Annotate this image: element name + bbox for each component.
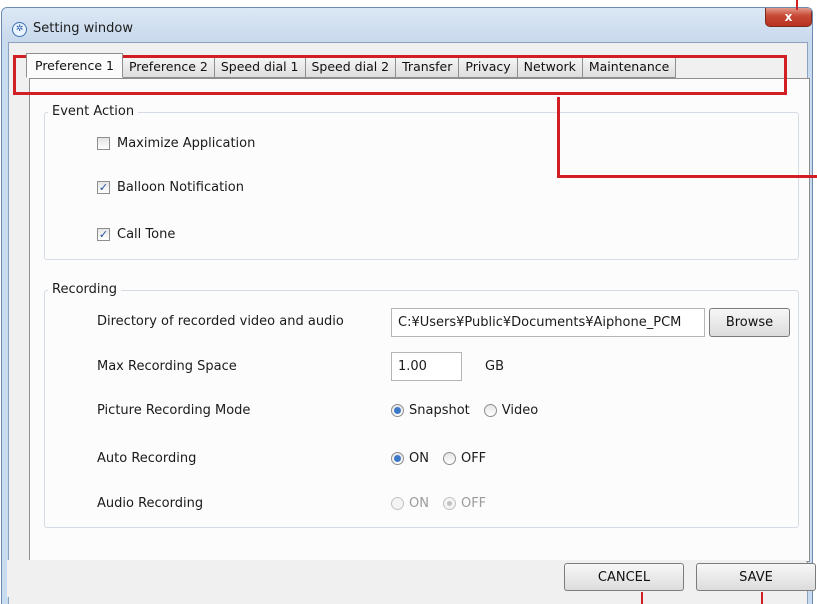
tab-preference-2[interactable]: Preference 2 (122, 56, 215, 78)
auto-recording-label: Auto Recording (97, 451, 197, 466)
recording-legend: Recording (48, 282, 122, 298)
max-recording-space-unit: GB (485, 359, 504, 374)
call-tone-label: Call Tone (117, 227, 176, 242)
dialog-footer (7, 560, 806, 597)
audio-off-radio (442, 497, 456, 510)
snapshot-radio[interactable] (391, 404, 404, 417)
balloon-notification-label: Balloon Notification (117, 180, 244, 195)
tab-network[interactable]: Network (517, 56, 583, 78)
audio-recording-group: ON OFF (391, 496, 500, 511)
auto-on-option[interactable]: ON (391, 451, 429, 466)
directory-label: Directory of recorded video and audio (97, 314, 344, 329)
cancel-button[interactable]: CANCEL (564, 563, 684, 591)
auto-recording-group: ON OFF (391, 451, 500, 466)
snapshot-label: Snapshot (409, 403, 470, 418)
audio-recording-label: Audio Recording (97, 496, 204, 511)
close-icon: x (784, 9, 793, 24)
auto-on-label: ON (409, 451, 429, 466)
max-recording-space-label: Max Recording Space (97, 359, 237, 374)
call-tone-option[interactable]: ✓ Call Tone (97, 227, 175, 242)
close-button[interactable]: x (765, 8, 812, 27)
tab-privacy[interactable]: Privacy (459, 56, 518, 78)
browse-button[interactable]: Browse (709, 308, 790, 337)
audio-on-option: ON (391, 496, 429, 511)
checkmark-icon: ✓ (98, 181, 109, 194)
checkmark-icon: ✓ (98, 228, 109, 241)
directory-field[interactable]: C:¥Users¥Public¥Documents¥Aiphone_PCM (391, 308, 705, 337)
save-button[interactable]: SAVE (696, 563, 816, 591)
event-action-legend: Event Action (48, 104, 139, 120)
tab-maintenance[interactable]: Maintenance (582, 56, 677, 78)
video-label: Video (501, 403, 539, 418)
snapshot-option[interactable]: Snapshot (391, 403, 470, 418)
picture-recording-mode-label: Picture Recording Mode (97, 403, 251, 418)
auto-off-option[interactable]: OFF (442, 451, 487, 466)
max-recording-space-field[interactable]: 1.00 (391, 352, 462, 381)
title-bar[interactable]: ✲ Setting window x (2, 8, 812, 42)
auto-off-radio[interactable] (442, 452, 456, 465)
audio-on-label: ON (409, 496, 429, 511)
audio-off-option: OFF (442, 496, 487, 511)
video-option[interactable]: Video (483, 403, 539, 418)
video-radio[interactable] (483, 404, 497, 417)
audio-on-radio (391, 497, 404, 510)
tab-speed-dial-1[interactable]: Speed dial 1 (214, 56, 306, 78)
auto-on-radio[interactable] (391, 452, 404, 465)
call-tone-checkbox[interactable]: ✓ (97, 228, 110, 241)
picture-recording-mode-group: Snapshot Video (391, 403, 552, 418)
tab-transfer[interactable]: Transfer (396, 56, 460, 78)
tab-preference-1[interactable]: Preference 1 (26, 53, 123, 78)
auto-off-label: OFF (460, 451, 487, 466)
maximize-application-option[interactable]: Maximize Application (97, 136, 255, 151)
window-title: Setting window (33, 21, 134, 36)
maximize-application-label: Maximize Application (117, 136, 256, 151)
tab-strip: Preference 1 Preference 2 Speed dial 1 S… (26, 53, 677, 78)
audio-off-label: OFF (460, 496, 487, 511)
balloon-notification-checkbox[interactable]: ✓ (97, 181, 110, 194)
balloon-notification-option[interactable]: ✓ Balloon Notification (97, 180, 244, 195)
tab-speed-dial-2[interactable]: Speed dial 2 (305, 56, 397, 78)
maximize-application-checkbox[interactable] (97, 137, 110, 150)
app-gear-icon: ✲ (12, 22, 27, 37)
